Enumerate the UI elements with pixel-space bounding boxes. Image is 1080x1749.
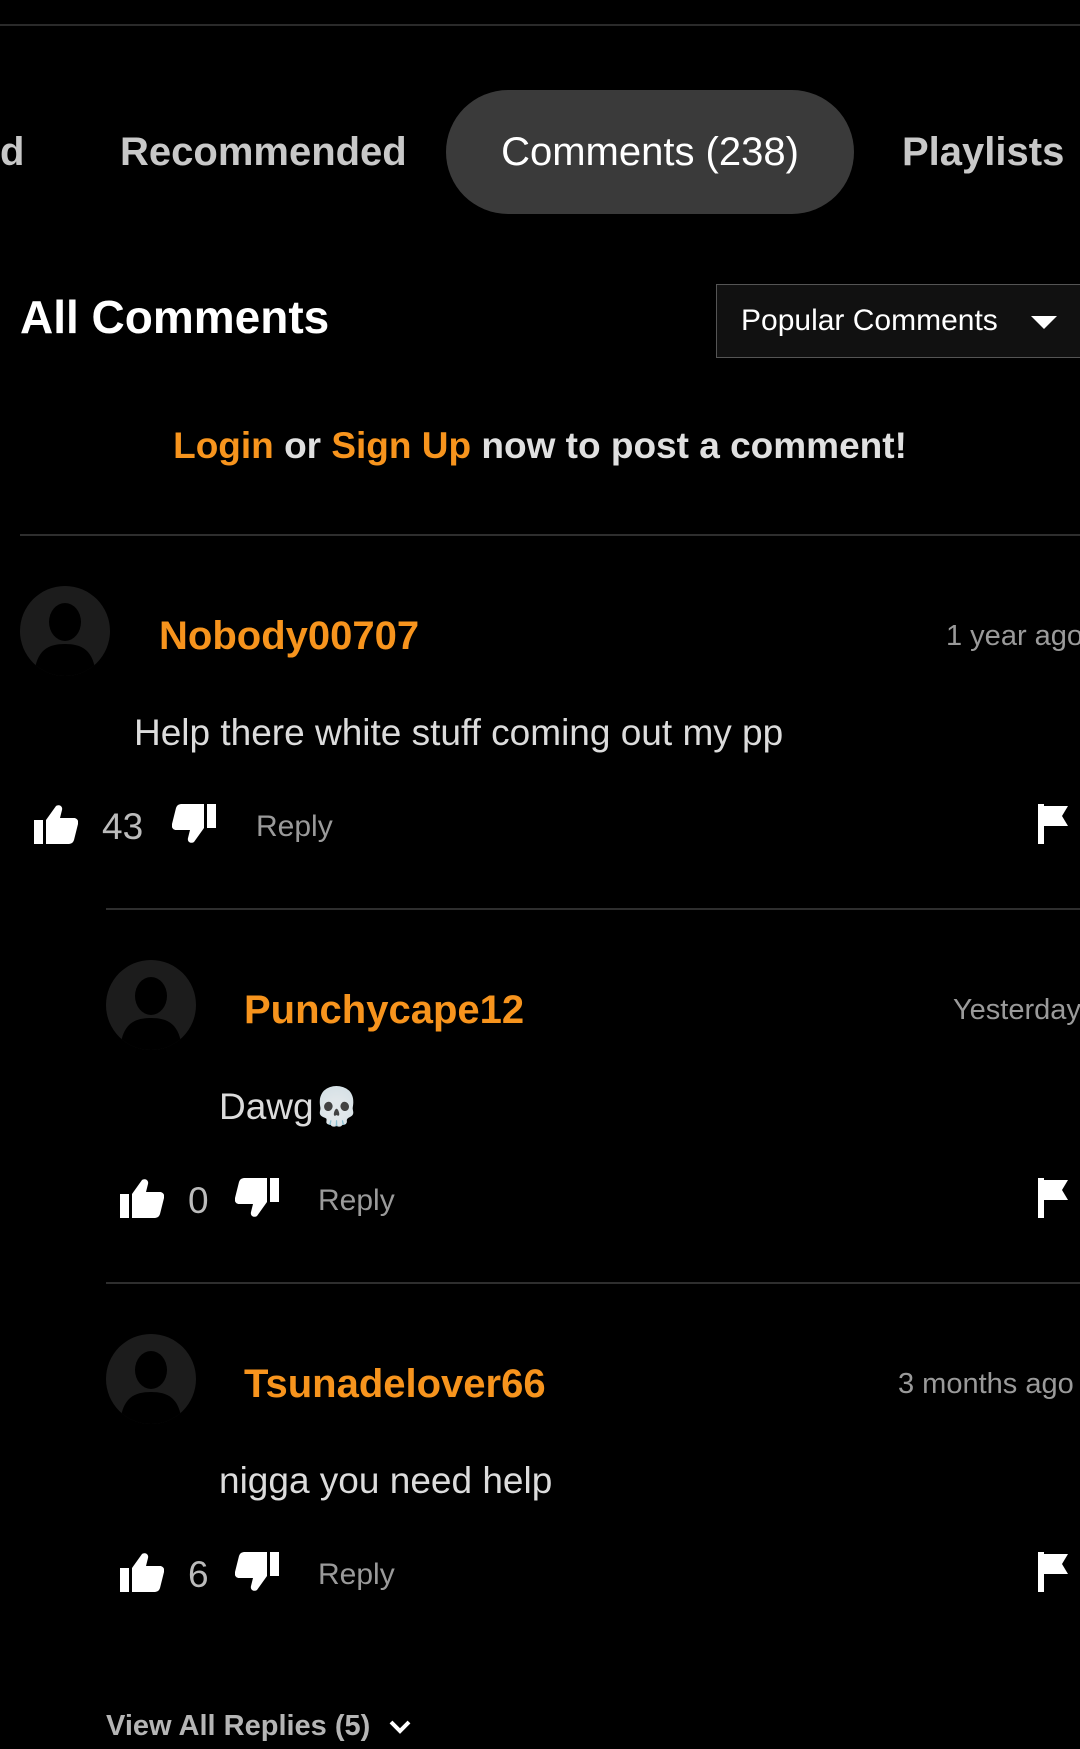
login-or-text: or [284,425,322,466]
flag-icon[interactable] [1038,804,1074,844]
like-count: 6 [188,1554,209,1595]
user-silhouette-icon [34,603,96,676]
reply-button[interactable]: Reply [256,810,333,844]
like-count: 43 [102,806,144,847]
login-prompt: Login or Sign Up now to post a comment! [0,425,1080,467]
comment-text: nigga you need help [219,1460,553,1501]
comment-username[interactable]: Punchycape12 [244,988,524,1033]
reply-divider [106,908,1080,910]
comment-text: Dawg💀 [219,1086,360,1127]
thumbs-down-icon[interactable] [235,1552,279,1592]
sort-dropdown[interactable]: Popular Comments [716,284,1080,358]
signup-link[interactable]: Sign Up [331,425,471,466]
tab-partial[interactable]: d [0,90,24,214]
tab-playlists[interactable]: Playlists [902,90,1064,214]
user-silhouette-icon [120,977,182,1050]
comment-text: Help there white stuff coming out my pp [134,712,784,753]
comment-username[interactable]: Tsunadelover66 [244,1362,546,1407]
tab-recommended[interactable]: Recommended [120,90,407,214]
tab-bar: d Recommended Comments (238) Playlists [0,90,1080,214]
thumbs-down-icon[interactable] [235,1178,279,1218]
thumbs-up-icon[interactable] [120,1178,164,1218]
view-all-replies-label: View All Replies (5) [106,1710,371,1742]
flag-icon[interactable] [1038,1552,1074,1592]
avatar[interactable] [106,960,196,1050]
login-link[interactable]: Login [173,425,274,466]
comment-username[interactable]: Nobody00707 [159,614,419,659]
caret-down-icon [1031,316,1057,329]
page-title: All Comments [20,291,330,343]
comment-time: Yesterday [953,994,1080,1026]
flag-icon[interactable] [1038,1178,1074,1218]
avatar[interactable] [20,586,110,676]
reply-divider [106,1282,1080,1284]
comment-time: 3 months ago [898,1368,1074,1400]
tab-comments[interactable]: Comments (238) [446,90,854,214]
thumbs-up-icon[interactable] [120,1552,164,1592]
login-rest-text: now to post a comment! [481,425,907,466]
thumbs-down-icon[interactable] [172,804,216,844]
like-count: 0 [188,1180,209,1221]
comment-time: 1 year ago [946,620,1080,652]
section-divider [20,534,1080,536]
sort-selected-label: Popular Comments [741,304,998,337]
top-divider [0,24,1080,26]
chevron-down-icon [389,1720,411,1735]
view-all-replies-button[interactable]: View All Replies (5) [106,1710,412,1743]
reply-button[interactable]: Reply [318,1558,395,1592]
thumbs-up-icon[interactable] [34,804,78,844]
user-silhouette-icon [120,1351,182,1424]
avatar[interactable] [106,1334,196,1424]
reply-button[interactable]: Reply [318,1184,395,1218]
